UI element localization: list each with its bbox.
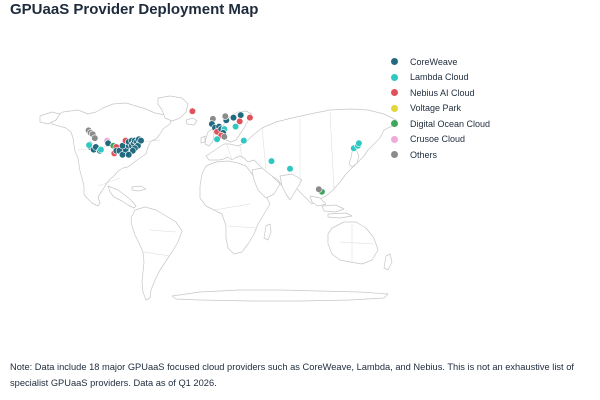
legend-item: Voltage Park	[391, 101, 490, 117]
legend-item: CoreWeave	[391, 54, 490, 70]
ireland-land	[200, 135, 206, 144]
legend-swatch	[391, 151, 398, 159]
footnote: Note: Data include 18 major GPUaaS focus…	[10, 362, 574, 388]
iceland-land	[185, 117, 198, 126]
map-marker	[355, 139, 363, 147]
map-marker	[315, 185, 323, 193]
map-marker	[229, 113, 238, 122]
map-marker	[125, 151, 133, 159]
map-marker	[246, 113, 254, 122]
legend-label: Voltage Park	[410, 103, 462, 114]
legend-item: Others	[391, 147, 490, 163]
south-america-land	[130, 206, 183, 301]
legend-label: Digital Ocean Cloud	[410, 118, 491, 129]
new-zealand-land	[383, 253, 393, 271]
legend-swatch	[391, 120, 398, 128]
map-marker	[137, 137, 145, 145]
legend-label: CoreWeave	[410, 56, 458, 67]
map-marker	[213, 135, 221, 143]
map-marker	[220, 133, 228, 141]
legend-swatch	[391, 58, 398, 66]
legend-item: Digital Ocean Cloud	[391, 116, 490, 132]
map-marker	[221, 112, 229, 120]
map-marker	[240, 137, 248, 145]
world-map	[39, 95, 397, 302]
map-marker	[286, 165, 294, 173]
legend-label: Others	[410, 149, 438, 160]
map-marker	[97, 146, 105, 154]
legend: CoreWeave Lambda Cloud Nebius AI Cloud Volt…	[391, 54, 490, 163]
map-marker	[237, 111, 245, 119]
madagascar-land	[263, 223, 272, 241]
legend-swatch	[391, 135, 398, 143]
legend-item: Crusoe Cloud	[391, 132, 490, 148]
indonesia-land	[309, 195, 353, 219]
legend-label: Nebius AI Cloud	[410, 87, 475, 98]
legend-label: Lambda Cloud	[410, 72, 469, 83]
legend-item: Nebius AI Cloud	[391, 85, 490, 101]
legend-swatch	[391, 73, 398, 81]
legend-item: Lambda Cloud	[391, 70, 490, 86]
caribbean-land	[131, 185, 147, 192]
map-marker	[232, 122, 240, 131]
legend-swatch	[391, 104, 398, 112]
britain-land	[204, 128, 215, 147]
legend-swatch	[391, 89, 398, 97]
map-marker	[91, 134, 99, 142]
antarctica-land	[171, 289, 389, 302]
map-marker	[188, 107, 196, 115]
map-marker	[267, 157, 276, 165]
legend-label: Crusoe Cloud	[410, 134, 466, 145]
